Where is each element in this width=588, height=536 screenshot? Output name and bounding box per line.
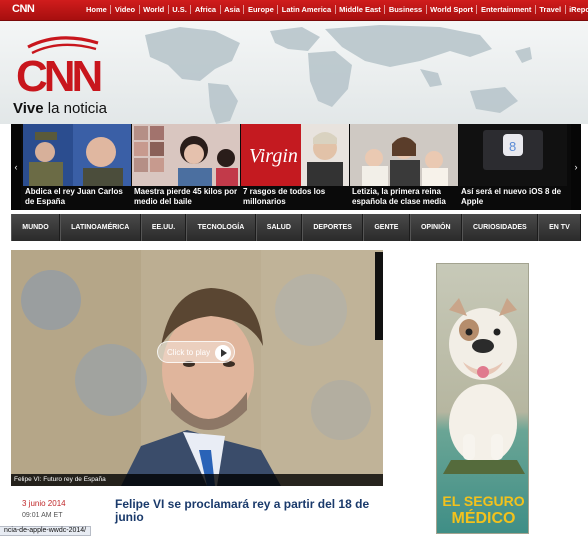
cnn-logo-text: CNN: [16, 52, 101, 97]
carousel-next-arrow[interactable]: ›: [571, 124, 581, 210]
world-map-graphic: [145, 25, 532, 124]
section-nav-en-tv[interactable]: EN TV: [537, 214, 581, 241]
section-nav-latinoamerica[interactable]: LATINOAMÉRICA: [59, 214, 141, 241]
main-video-player[interactable]: Click to play Felipe VI: Futuro rey de E…: [11, 250, 383, 486]
top-nav-link-business[interactable]: Business: [384, 5, 425, 14]
advertisement-banner[interactable]: EL SEGURO MÉDICO: [436, 263, 529, 534]
section-nav-deportes[interactable]: DEPORTES: [302, 214, 364, 241]
section-nav: MUNDO LATINOAMÉRICA EE.UU. TECNOLOGÍA SA…: [11, 214, 581, 241]
cnn-logo[interactable]: CNN: [14, 33, 104, 97]
play-label: Click to play: [167, 347, 211, 357]
top-nav-link-world[interactable]: World: [138, 5, 168, 14]
top-nav-link-ireport[interactable]: iReport: [564, 5, 588, 14]
top-nav-link-latin-america[interactable]: Latin America: [277, 5, 334, 14]
tagline: Vive la noticia: [13, 100, 107, 117]
section-nav-gente[interactable]: GENTE: [363, 214, 410, 241]
ad-headline-line2: MÉDICO: [451, 510, 516, 527]
carousel-caption-1: Abdica el rey Juan Carlos de España: [25, 187, 123, 206]
carousel-item-3[interactable]: Virgin 7 rasgos de todos los millonarios: [241, 124, 349, 210]
carousel-item-2[interactable]: Maestra pierde 45 kilos por medio del ba…: [132, 124, 240, 210]
carousel-image-5: 8: [459, 124, 567, 186]
top-nav-link-world-sport[interactable]: World Sport: [425, 5, 477, 14]
video-caption: Felipe VI: Futuro rey de España: [11, 474, 383, 486]
top-nav-links: Home Video World U.S. Africa Asia Europe…: [86, 5, 588, 14]
story-headline-link[interactable]: Felipe VI se proclamará rey a partir del…: [115, 498, 375, 524]
carousel-image-4: [350, 124, 458, 186]
top-nav-link-home[interactable]: Home: [86, 5, 110, 14]
tagline-rest: la noticia: [43, 100, 107, 117]
carousel-image-2: [132, 124, 240, 186]
carousel-caption-2: Maestra pierde 45 kilos por medio del ba…: [134, 187, 238, 206]
carousel-image-3: Virgin: [241, 124, 349, 186]
carousel-caption-5: Así será el nuevo iOS 8 de Apple: [461, 187, 562, 206]
section-nav-opinion[interactable]: OPINIÓN: [409, 214, 462, 241]
carousel-item-5[interactable]: 8 Así será el nuevo iOS 8 de Apple: [459, 124, 567, 210]
story-date: 3 junio 2014: [22, 499, 66, 508]
top-nav-link-video[interactable]: Video: [110, 5, 138, 14]
carousel-prev-arrow[interactable]: ‹: [11, 124, 21, 210]
carousel-image-1: [23, 124, 131, 186]
headline-carousel: Abdica el rey Juan Carlos de España Maes…: [11, 124, 581, 210]
carousel-item-4[interactable]: Letizia, la primera reina española de cl…: [350, 124, 458, 210]
section-nav-eeuu[interactable]: EE.UU.: [140, 214, 187, 241]
section-nav-salud[interactable]: SALUD: [255, 214, 303, 241]
video-thumbnail: [11, 250, 383, 486]
tagline-bold: Vive: [13, 100, 44, 117]
site-header: CNN Vive la noticia: [0, 21, 588, 124]
top-nav-link-europe[interactable]: Europe: [243, 5, 277, 14]
story-time: 09:01 AM ET: [22, 512, 63, 519]
top-nav-link-middle-east[interactable]: Middle East: [334, 5, 385, 14]
carousel-caption-4: Letizia, la primera reina española de cl…: [352, 187, 446, 206]
status-bar-url: ncia-de-apple-wwdc-2014/: [0, 526, 92, 536]
photo-credit-strip: [375, 252, 383, 340]
carousel-caption-3: 7 rasgos de todos los millonarios: [243, 187, 326, 206]
section-nav-tecnologia[interactable]: TECNOLOGÍA: [186, 214, 256, 241]
carousel-item-1[interactable]: Abdica el rey Juan Carlos de España: [23, 124, 131, 210]
top-cnn-logo[interactable]: CNN: [12, 3, 35, 15]
play-icon: [215, 345, 231, 361]
top-nav-link-africa[interactable]: Africa: [190, 5, 219, 14]
top-nav-link-travel[interactable]: Travel: [534, 5, 565, 14]
section-nav-mundo[interactable]: MUNDO: [11, 214, 60, 241]
ad-headline-line1: EL SEGURO: [442, 493, 525, 509]
click-to-play-button[interactable]: Click to play: [157, 341, 235, 363]
svg-text:8: 8: [509, 139, 516, 154]
top-nav-link-us[interactable]: U.S.: [167, 5, 191, 14]
top-nav-link-entertainment[interactable]: Entertainment: [476, 5, 534, 14]
top-nav-bar: CNN Home Video World U.S. Africa Asia Eu…: [0, 0, 588, 21]
top-nav-link-asia[interactable]: Asia: [219, 5, 244, 14]
svg-text:Virgin: Virgin: [249, 145, 298, 167]
bulldog-ad-image: [443, 298, 525, 474]
section-nav-curiosidades[interactable]: CURIOSIDADES: [461, 214, 538, 241]
